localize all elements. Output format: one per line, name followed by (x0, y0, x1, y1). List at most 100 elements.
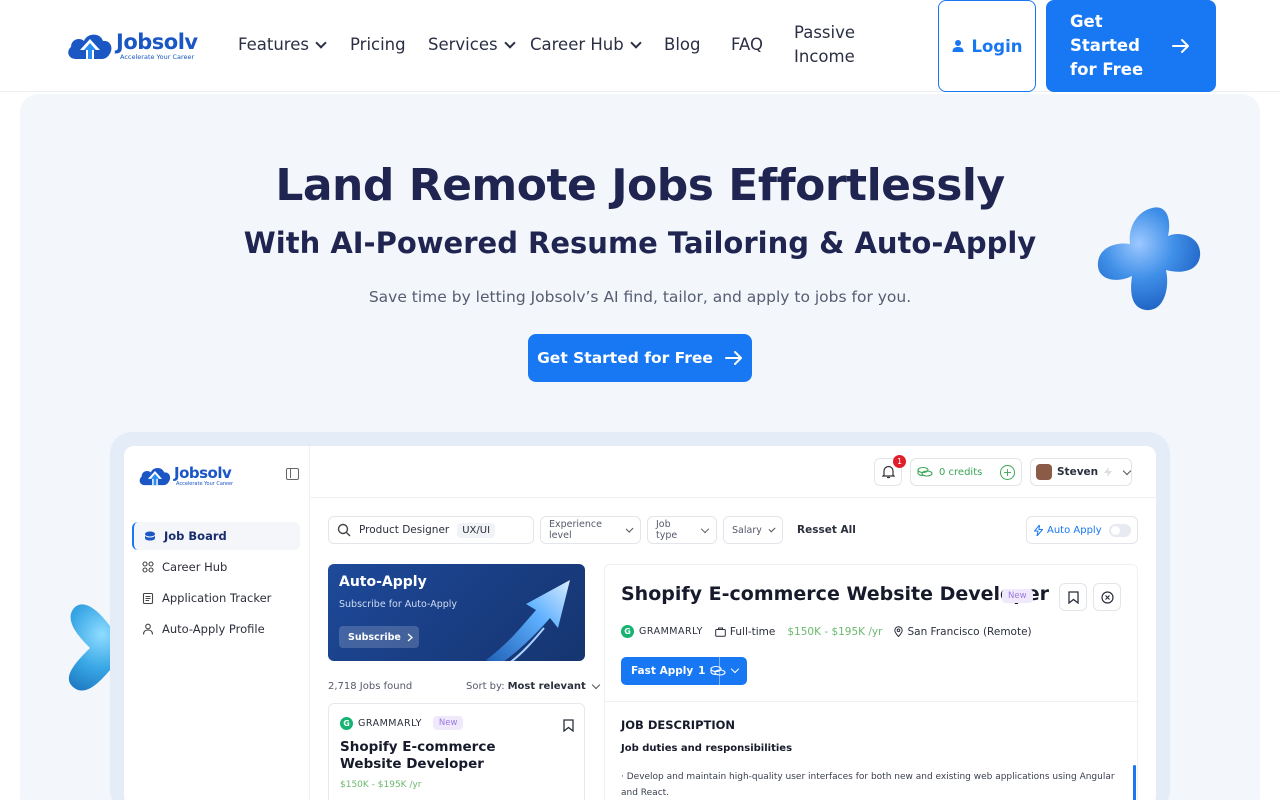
user-name: Steven (1057, 466, 1099, 478)
salary-label: Salary (732, 524, 762, 536)
chevron-down-icon (1122, 466, 1132, 475)
app-logo[interactable]: Jobsolv Accelerate Your Career (138, 464, 233, 488)
chevron-down-icon (630, 36, 642, 49)
nav-career-hub[interactable]: Career Hub (530, 35, 642, 54)
app-sidebar: Jobsolv Accelerate Your Career Job Board… (124, 446, 310, 800)
button-divider (719, 657, 720, 685)
nav-faq[interactable]: FAQ (731, 35, 763, 54)
fast-apply-label: Fast Apply (631, 665, 694, 677)
job-description-text: · Develop and maintain high-quality user… (621, 772, 1115, 798)
dismiss-job-button[interactable] (1093, 583, 1121, 611)
hero-subtitle: With AI-Powered Resume Tailoring & Auto-… (243, 226, 1037, 260)
login-button[interactable]: Login (938, 0, 1036, 92)
brand-logo[interactable]: Jobsolv Accelerate Your Career (66, 28, 198, 64)
nav-passive-income[interactable]: Passive Income (794, 21, 864, 69)
nav-services-label: Services (428, 35, 498, 54)
subscribe-label: Subscribe (348, 631, 401, 643)
search-tag[interactable]: UX/UI (457, 522, 496, 538)
avatar (1036, 464, 1052, 480)
get-started-label: Get Started for Free (1070, 12, 1144, 79)
promo-title: Auto-Apply (339, 574, 427, 590)
sidebar-item-label: Job Board (164, 529, 227, 543)
sidebar-item-auto-apply-profile[interactable]: Auto-Apply Profile (132, 615, 300, 643)
get-started-button[interactable]: Get Started for Free (1046, 0, 1216, 92)
clipboard-icon (142, 592, 154, 604)
job-card[interactable]: G GRAMMARLY New Shopify E-commerce Websi… (328, 703, 585, 800)
job-card-salary: $150K - $195K /yr (340, 780, 422, 790)
top-navbar: Jobsolv Accelerate Your Career Features … (0, 0, 1280, 92)
hero-cta-button[interactable]: Get Started for Free (528, 334, 752, 382)
experience-level-select[interactable]: Experience level (540, 516, 641, 544)
credits-indicator[interactable]: 0 credits + (910, 458, 1022, 486)
job-type-select[interactable]: Job type (647, 516, 717, 544)
hero-description: Save time by letting Jobsolv’s AI find, … (368, 288, 912, 306)
nav-pricing[interactable]: Pricing (350, 35, 406, 54)
briefcase-icon (715, 627, 726, 637)
promo-subtitle: Subscribe for Auto-Apply (339, 599, 458, 610)
job-detail-title: Shopify E-commerce Website Developer (621, 583, 1049, 605)
job-detail-panel: Shopify E-commerce Website Developer New… (604, 564, 1139, 800)
sort-by-select[interactable]: Sort by: Most relevant (466, 680, 600, 692)
new-badge: New (1002, 589, 1033, 603)
grammarly-logo-icon: G (621, 625, 634, 638)
nav-features-label: Features (238, 35, 309, 54)
cloud-upload-icon (68, 34, 112, 59)
nav-blog-label: Blog (664, 35, 701, 54)
chevron-down-icon[interactable] (730, 664, 740, 674)
sort-by-label: Sort by: (466, 681, 505, 692)
fast-apply-cost: 1 (698, 665, 706, 677)
decorative-star-shape (1097, 207, 1201, 311)
add-credits-icon[interactable]: + (1000, 465, 1015, 480)
job-detail-company: G GRAMMARLY (621, 625, 703, 638)
nav-pricing-label: Pricing (350, 35, 406, 54)
job-type: Full-time (715, 626, 775, 638)
grammarly-logo-icon: G (340, 716, 353, 730)
nav-features[interactable]: Features (238, 35, 327, 54)
fast-apply-button[interactable]: Fast Apply 1 (621, 657, 747, 685)
new-badge: New (432, 716, 464, 730)
bookmark-icon[interactable] (563, 717, 574, 736)
user-menu[interactable]: Steven (1030, 458, 1132, 486)
reset-all-button[interactable]: Resset All (797, 524, 856, 536)
sidebar-item-label: Career Hub (162, 560, 228, 574)
bookmark-button[interactable] (1059, 583, 1087, 611)
app-brand-name: Jobsolv (174, 464, 232, 482)
brand-tagline: Accelerate Your Career (120, 53, 195, 61)
nav-services[interactable]: Services (428, 35, 516, 54)
toggle-switch[interactable] (1109, 524, 1131, 537)
sidebar-item-job-board[interactable]: Job Board (132, 522, 300, 550)
sort-by-value: Most relevant (507, 681, 586, 692)
salary-select[interactable]: Salary (723, 516, 783, 544)
sidebar-item-career-hub[interactable]: Career Hub (132, 553, 300, 581)
chevron-down-icon (625, 524, 634, 533)
app-topbar: 1 0 credits + Steven (310, 446, 1156, 498)
job-type-label: Job type (656, 519, 678, 541)
search-query: Product Designer (359, 524, 450, 536)
job-location: San Francisco (Remote) (894, 626, 1032, 638)
nav-blog[interactable]: Blog (664, 35, 700, 54)
user-icon (952, 40, 964, 52)
lightning-icon (1104, 467, 1113, 477)
arrow-right-icon (1172, 39, 1189, 53)
jobs-found-count: 2,718 Jobs found (328, 681, 413, 692)
location-pin-icon (894, 626, 904, 637)
nav-career-hub-label: Career Hub (530, 35, 624, 54)
auto-apply-label: Auto Apply (1047, 524, 1102, 536)
arrow-right-icon (724, 351, 742, 365)
sidebar-item-label: Application Tracker (162, 591, 272, 605)
chevron-down-icon (315, 36, 327, 49)
job-type-label: Full-time (729, 625, 776, 638)
job-description-heading: JOB DESCRIPTION (621, 718, 736, 732)
scrollbar-thumb[interactable] (1133, 765, 1136, 800)
login-label: Login (971, 36, 1023, 56)
auto-apply-toggle[interactable]: Auto Apply (1026, 516, 1138, 544)
hero-cta-label: Get Started for Free (537, 349, 713, 367)
stack-icon (144, 530, 156, 542)
coins-icon (917, 466, 933, 477)
notifications-button[interactable]: 1 (874, 455, 906, 486)
sidebar-collapse-icon[interactable] (286, 468, 299, 480)
lightning-icon (1034, 524, 1043, 536)
sidebar-item-application-tracker[interactable]: Application Tracker (132, 584, 300, 612)
subscribe-button[interactable]: Subscribe (339, 626, 419, 648)
job-search-input[interactable]: Product Designer UX/UI (328, 516, 534, 544)
